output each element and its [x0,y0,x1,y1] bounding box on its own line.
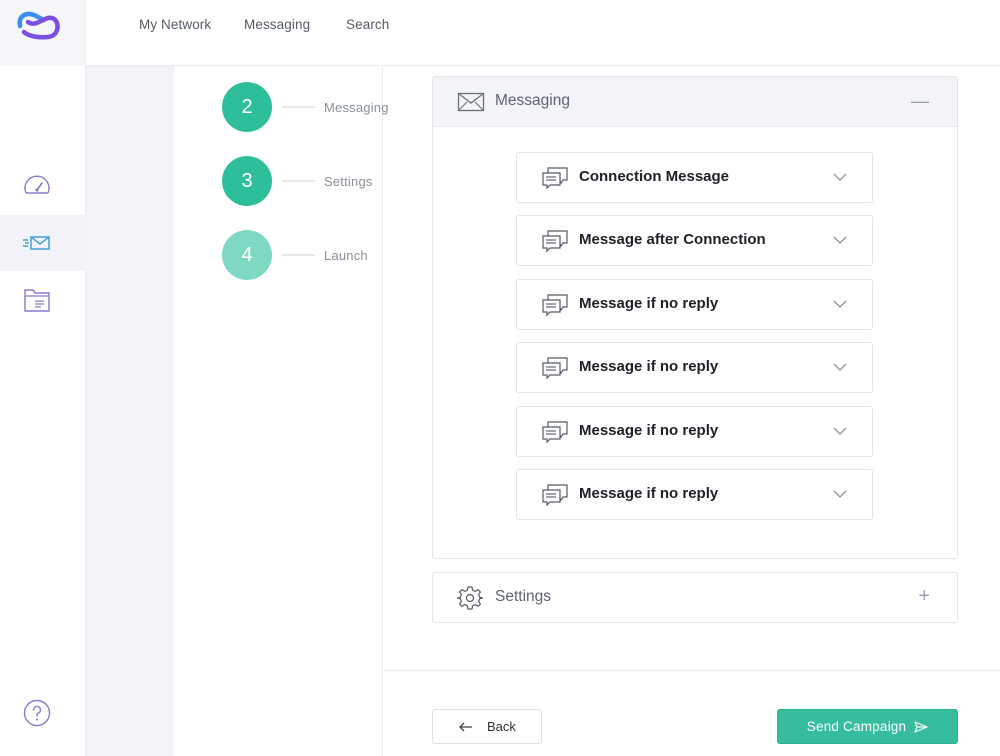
chevron-down-icon [833,363,847,371]
envelope-icon [457,92,485,112]
send-campaign-label: Send Campaign [806,719,907,734]
message-item-label: Message after Connection [579,231,766,248]
message-item-no-reply-1[interactable]: Message if no reply [516,279,873,330]
send-mail-icon [23,236,50,250]
arrow-left-icon [459,722,472,731]
message-item-label: Message if no reply [579,422,719,439]
step-label: Settings [324,173,373,189]
chat-bubbles-icon [542,357,568,380]
message-item-no-reply-3[interactable]: Message if no reply [516,406,873,457]
chat-bubbles-icon [542,484,568,507]
message-item-label: Message if no reply [579,358,719,375]
nav-my-network[interactable]: My Network [139,17,211,32]
help-icon[interactable] [23,699,51,727]
back-button[interactable]: Back [432,709,542,744]
chevron-down-icon [833,300,847,308]
send-campaign-button[interactable]: Send Campaign [777,709,958,744]
messaging-panel-header[interactable]: Messaging — [433,77,957,127]
message-item-no-reply-4[interactable]: Message if no reply [516,469,873,520]
message-item-label: Message if no reply [579,295,719,312]
message-item-connection[interactable]: Connection Message [516,152,873,203]
message-item-label: Connection Message [579,168,730,185]
chevron-down-icon [833,490,847,498]
step-settings[interactable]: 3 Settings [222,156,402,206]
chevron-down-icon [833,173,847,181]
paper-plane-icon [914,720,928,733]
rail-item-dashboard[interactable] [0,158,86,214]
message-item-label: Message if no reply [579,485,719,502]
nav-search[interactable]: Search [346,17,389,32]
chat-bubbles-icon [542,230,568,253]
nav-messaging[interactable]: Messaging [244,17,310,32]
rail-item-campaigns[interactable] [0,215,86,271]
settings-panel-header[interactable]: Settings + [432,572,958,623]
chevron-down-icon [833,236,847,244]
top-nav: My Network Messaging Search [86,0,1000,66]
panel-title: Messaging [495,92,570,109]
icon-rail [0,0,86,756]
chevron-down-icon [833,427,847,435]
step-number: 3 [222,156,272,206]
step-number: 4 [222,230,272,280]
chat-bubbles-icon [542,167,568,190]
step-label: Messaging [324,99,389,115]
gear-icon [457,586,483,610]
step-messaging[interactable]: 2 Messaging [222,82,402,132]
collapse-icon[interactable]: — [911,91,929,112]
folder-icon [24,289,50,312]
step-connector [282,254,315,256]
speedometer-icon [24,175,50,194]
message-item-no-reply-2[interactable]: Message if no reply [516,342,873,393]
step-launch[interactable]: 4 Launch [222,230,402,280]
message-item-after-connection[interactable]: Message after Connection [516,215,873,266]
step-connector [282,180,315,182]
chat-bubbles-icon [542,421,568,444]
logo-area [0,0,86,66]
back-button-label: Back [487,719,516,734]
step-number: 2 [222,82,272,132]
step-connector [282,106,315,108]
expand-icon[interactable]: + [918,585,930,608]
step-label: Launch [324,247,368,263]
rail-item-files[interactable] [0,272,86,328]
panel-title: Settings [495,588,552,605]
logo-icon[interactable] [14,6,62,42]
chat-bubbles-icon [542,294,568,317]
footer-divider [383,670,1000,671]
